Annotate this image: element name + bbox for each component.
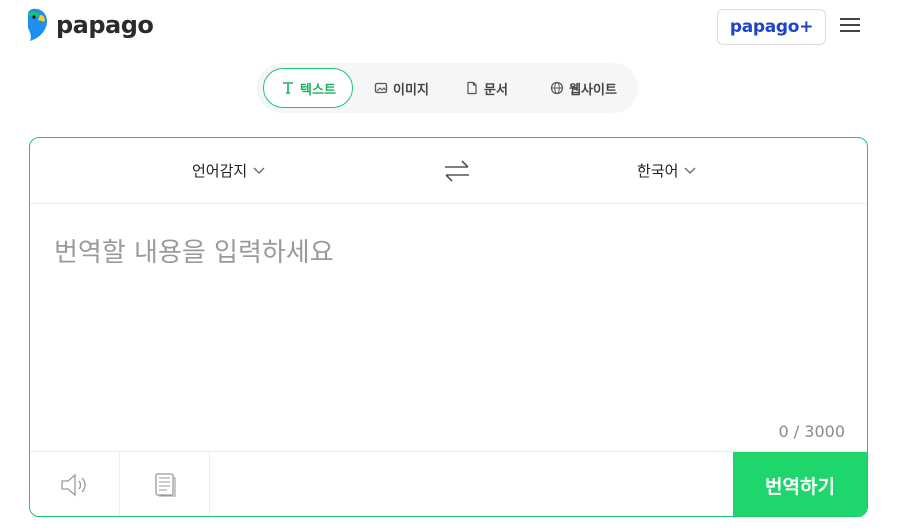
hamburger-menu-icon[interactable] bbox=[838, 15, 862, 35]
document-icon bbox=[464, 80, 480, 96]
tab-image-label: 이미지 bbox=[393, 82, 429, 98]
menu-line bbox=[840, 18, 860, 20]
swap-languages-icon[interactable] bbox=[442, 158, 472, 184]
notebook-icon bbox=[154, 473, 176, 497]
speaker-icon bbox=[60, 473, 86, 497]
plus-label-suffix: + bbox=[799, 17, 814, 37]
target-language-label: 한국어 bbox=[637, 162, 679, 180]
handwriting-button[interactable] bbox=[120, 452, 210, 516]
logo-text: papago bbox=[56, 11, 154, 39]
text-T-icon bbox=[280, 80, 296, 96]
papago-plus-button[interactable]: papago+ bbox=[717, 9, 826, 45]
tab-text[interactable]: 텍스트 bbox=[263, 68, 353, 108]
globe-icon bbox=[549, 80, 565, 96]
tab-text-label: 텍스트 bbox=[300, 82, 336, 98]
tab-image[interactable]: 이미지 bbox=[361, 68, 441, 108]
language-bar: 언어감지 한국어 bbox=[30, 138, 867, 204]
header: papago papago+ bbox=[0, 0, 898, 56]
target-language-select[interactable]: 한국어 bbox=[637, 160, 696, 181]
listen-button[interactable] bbox=[30, 452, 120, 516]
tab-document-label: 문서 bbox=[484, 82, 508, 98]
menu-line bbox=[840, 24, 860, 26]
translate-button[interactable]: 번역하기 bbox=[733, 452, 867, 516]
chevron-down-icon bbox=[253, 167, 265, 174]
mode-tabs: 텍스트 이미지 문서 웹사이트 bbox=[257, 63, 638, 113]
papago-logo[interactable]: papago bbox=[24, 8, 154, 42]
source-text-input[interactable] bbox=[54, 232, 834, 272]
translator-panel: 언어감지 한국어 0 / 3000 번역하 bbox=[29, 137, 868, 517]
plus-label-text: papago bbox=[729, 17, 800, 37]
tab-document[interactable]: 문서 bbox=[456, 68, 516, 108]
menu-line bbox=[840, 30, 860, 32]
chevron-down-icon bbox=[684, 167, 696, 174]
source-language-select[interactable]: 언어감지 bbox=[192, 160, 265, 181]
character-counter: 0 / 3000 bbox=[778, 422, 845, 441]
tab-website[interactable]: 웹사이트 bbox=[540, 68, 626, 108]
tab-website-label: 웹사이트 bbox=[569, 82, 617, 98]
papago-plus-label: papago+ bbox=[729, 17, 814, 37]
image-icon bbox=[373, 80, 389, 96]
source-language-label: 언어감지 bbox=[192, 162, 248, 180]
parrot-logo-icon bbox=[28, 8, 47, 41]
bottom-toolbar: 번역하기 bbox=[30, 451, 867, 516]
